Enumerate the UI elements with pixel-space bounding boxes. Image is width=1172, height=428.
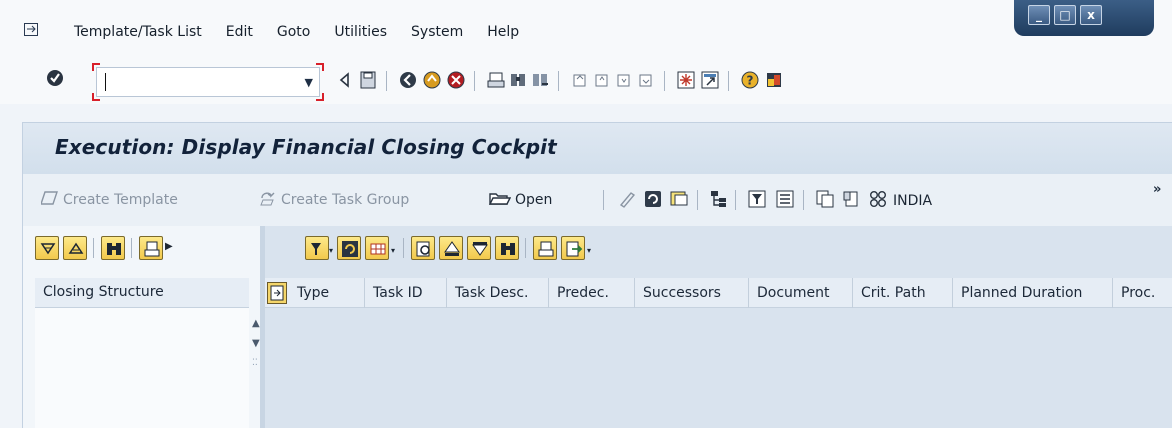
- collapse-all-icon[interactable]: [63, 236, 87, 260]
- hierarchy-icon[interactable]: [709, 189, 729, 209]
- menu-edit[interactable]: Edit: [226, 24, 253, 40]
- note-icon[interactable]: [669, 189, 689, 209]
- customize-layout-icon[interactable]: [764, 70, 784, 90]
- scroll-grip-icon[interactable]: ⁚⁚: [252, 358, 258, 368]
- grid-find-icon[interactable]: [495, 236, 519, 260]
- organization-icon: [869, 190, 889, 212]
- india-button[interactable]: INDIA: [869, 190, 932, 212]
- menu-expand-icon[interactable]: [24, 23, 40, 37]
- shortcut-icon[interactable]: [700, 70, 720, 90]
- maximize-button[interactable]: □: [1054, 5, 1076, 25]
- page-title: Execution: Display Financial Closing Coc…: [55, 135, 557, 159]
- menu-system[interactable]: System: [411, 24, 463, 40]
- column-header-planned-duration[interactable]: Planned Duration: [953, 278, 1113, 308]
- back-triangle-icon[interactable]: [336, 70, 356, 90]
- grid-print-icon[interactable]: [533, 236, 557, 260]
- close-button[interactable]: x: [1080, 5, 1102, 25]
- find-next-icon[interactable]: [530, 70, 550, 90]
- copy-icon[interactable]: [815, 189, 835, 209]
- svg-text:?: ?: [747, 74, 754, 88]
- create-template-icon: [40, 190, 59, 210]
- menu-help[interactable]: Help: [487, 24, 519, 40]
- sort-descending-icon[interactable]: [467, 236, 491, 260]
- task-list-pane: ▾ ▾ ▾ Type Task ID Task Desc. Predec. Su…: [265, 226, 1172, 428]
- filter-icon[interactable]: [305, 236, 329, 260]
- menu-template-task-list[interactable]: Template/Task List: [74, 24, 202, 40]
- create-task-group-icon: [259, 190, 277, 210]
- filter-table-icon[interactable]: [747, 189, 767, 209]
- last-page-icon[interactable]: [636, 70, 656, 90]
- filter-dropdown-icon[interactable]: ▾: [329, 246, 333, 255]
- create-template-button[interactable]: Create Template: [40, 190, 178, 210]
- column-header-task-id[interactable]: Task ID: [365, 278, 447, 308]
- column-header-type[interactable]: Type: [289, 278, 365, 308]
- grid-details-icon[interactable]: [411, 236, 435, 260]
- find-tree-icon[interactable]: [101, 236, 125, 260]
- enter-check-icon[interactable]: [46, 69, 64, 87]
- expand-all-icon[interactable]: [35, 236, 59, 260]
- column-header-proc[interactable]: Proc.: [1113, 278, 1172, 308]
- menu-goto[interactable]: Goto: [277, 24, 310, 40]
- column-header-document[interactable]: Document: [749, 278, 853, 308]
- menu-utilities[interactable]: Utilities: [334, 24, 387, 40]
- closing-structure-tree[interactable]: [35, 308, 249, 428]
- details-icon[interactable]: [775, 189, 795, 209]
- application-toolbar: Create Template Create Task Group Open I…: [22, 174, 1172, 226]
- grid-refresh-icon[interactable]: [337, 236, 361, 260]
- tree-toolbar-more-icon[interactable]: ▶: [165, 241, 173, 252]
- command-field[interactable]: ▼: [96, 67, 320, 97]
- first-page-icon[interactable]: [570, 70, 590, 90]
- minimize-button[interactable]: _: [1028, 5, 1050, 25]
- menu-bar: Template/Task List Edit Goto Utilities S…: [0, 0, 1172, 56]
- open-folder-icon: [488, 190, 512, 210]
- export-icon[interactable]: [561, 236, 585, 260]
- create-task-group-button[interactable]: Create Task Group: [259, 190, 409, 210]
- window-controls: _ □ x: [1014, 0, 1172, 40]
- cancel-icon[interactable]: [446, 70, 466, 90]
- task-grid-header: Type Task ID Task Desc. Predec. Successo…: [265, 278, 1172, 308]
- export-dropdown-icon[interactable]: ▾: [587, 246, 591, 255]
- scroll-down-icon[interactable]: ▼: [252, 338, 260, 349]
- find-icon[interactable]: [508, 70, 528, 90]
- closing-structure-header[interactable]: Closing Structure: [35, 278, 249, 308]
- dropdown-arrow-icon[interactable]: ▼: [305, 76, 313, 89]
- back-icon[interactable]: [398, 70, 418, 90]
- column-header-crit-path[interactable]: Crit. Path: [853, 278, 953, 308]
- refresh-icon[interactable]: [643, 189, 663, 209]
- print-tree-icon[interactable]: [139, 236, 163, 260]
- save-icon[interactable]: [358, 70, 378, 90]
- task-grid-body[interactable]: [265, 308, 1172, 428]
- layout-grid-icon[interactable]: [365, 236, 389, 260]
- select-all-icon[interactable]: [267, 282, 287, 304]
- change-icon[interactable]: [617, 189, 637, 209]
- sort-ascending-icon[interactable]: [439, 236, 463, 260]
- open-button[interactable]: Open: [488, 190, 552, 210]
- print-icon[interactable]: [486, 70, 506, 90]
- help-icon[interactable]: ?: [740, 70, 760, 90]
- more-toolbar-items-icon[interactable]: »: [1153, 182, 1161, 197]
- title-bar: Execution: Display Financial Closing Coc…: [22, 122, 1172, 174]
- previous-page-icon[interactable]: [592, 70, 612, 90]
- column-header-task-desc[interactable]: Task Desc.: [447, 278, 549, 308]
- exit-icon[interactable]: [422, 70, 442, 90]
- layout-dropdown-icon[interactable]: ▾: [391, 246, 395, 255]
- closing-structure-pane: ▶ Closing Structure ▲ ▼ ⁚⁚: [22, 226, 265, 428]
- next-page-icon[interactable]: [614, 70, 634, 90]
- scroll-up-icon[interactable]: ▲: [252, 318, 260, 329]
- column-header-predec[interactable]: Predec.: [549, 278, 635, 308]
- delete-icon[interactable]: [841, 189, 861, 209]
- create-session-icon[interactable]: [676, 70, 696, 90]
- column-header-successors[interactable]: Successors: [635, 278, 749, 308]
